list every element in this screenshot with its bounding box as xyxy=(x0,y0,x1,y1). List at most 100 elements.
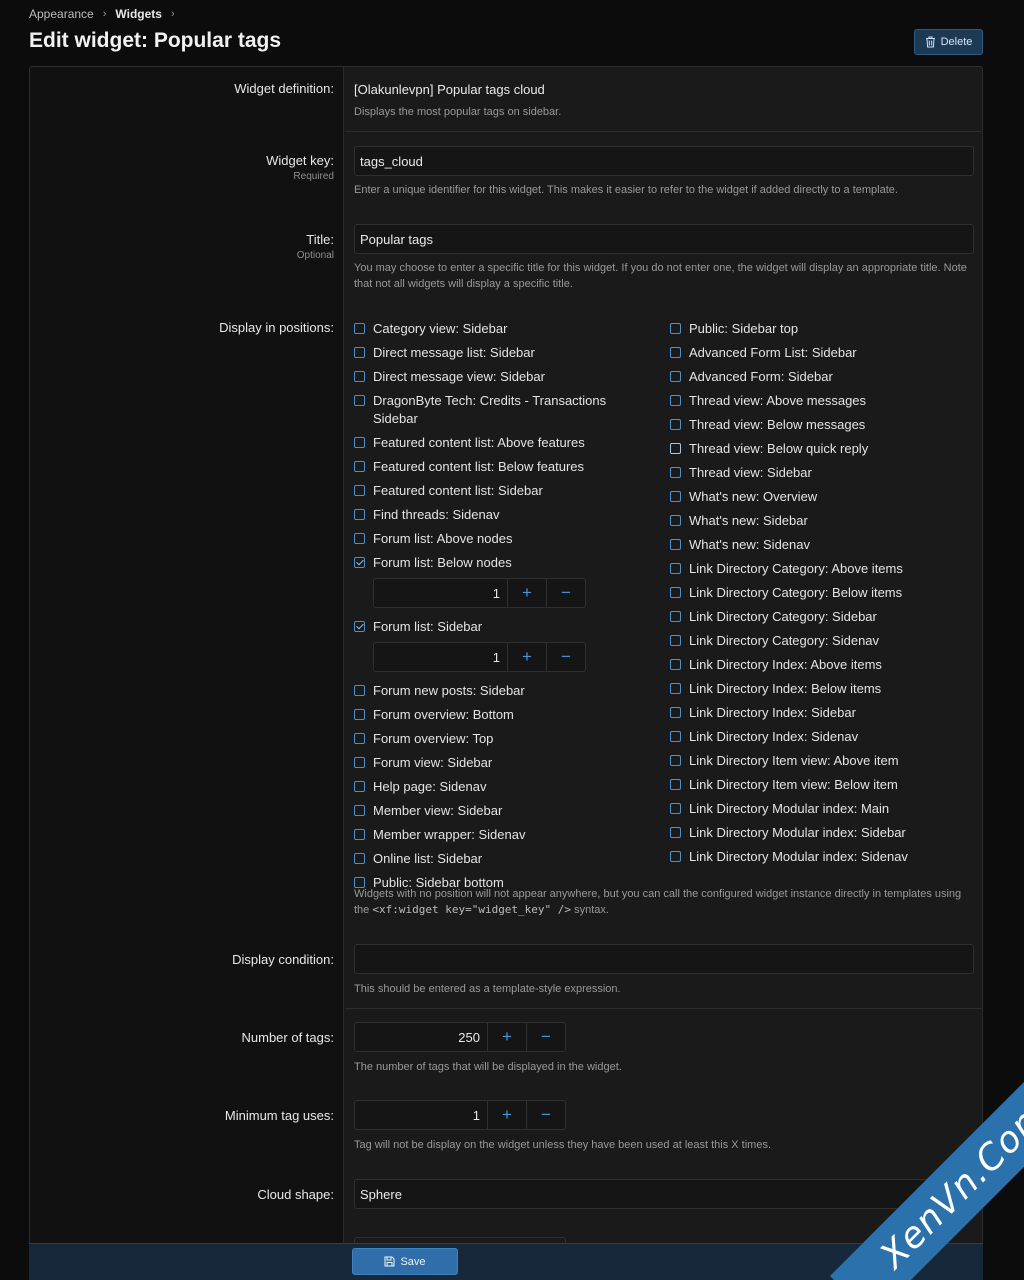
breadcrumb-item-appearance[interactable]: Appearance xyxy=(29,7,94,21)
checkbox[interactable] xyxy=(354,733,365,744)
position-option[interactable]: Link Directory Category: Sidebar xyxy=(670,608,980,626)
position-option[interactable]: Thread view: Below messages xyxy=(670,416,980,434)
checkbox[interactable] xyxy=(354,781,365,792)
position-option[interactable]: Link Directory Index: Sidenav xyxy=(670,728,980,746)
position-option[interactable]: Advanced Form: Sidebar xyxy=(670,368,980,386)
checkbox[interactable] xyxy=(354,757,365,768)
checkbox[interactable] xyxy=(670,779,681,790)
checkbox[interactable] xyxy=(354,829,365,840)
checkbox[interactable] xyxy=(670,635,681,646)
position-option[interactable]: Public: Sidebar top xyxy=(670,320,980,338)
position-option[interactable]: Forum overview: Top xyxy=(354,730,654,748)
checkbox[interactable] xyxy=(670,347,681,358)
position-option[interactable]: Thread view: Above messages xyxy=(670,392,980,410)
position-option[interactable]: DragonByte Tech: Credits - Transactions S… xyxy=(354,392,654,428)
position-option[interactable]: Forum list: Above nodes xyxy=(354,530,654,548)
checkbox[interactable] xyxy=(354,347,365,358)
position-option[interactable]: Direct message view: Sidebar xyxy=(354,368,654,386)
checkbox[interactable] xyxy=(670,563,681,574)
checkbox[interactable] xyxy=(670,803,681,814)
position-option[interactable]: Forum list: Below nodes xyxy=(354,554,654,572)
position-option[interactable]: Member view: Sidebar xyxy=(354,802,654,820)
checkbox[interactable] xyxy=(670,659,681,670)
position-option[interactable]: Advanced Form List: Sidebar xyxy=(670,344,980,362)
num-tags-increment-button[interactable]: + xyxy=(487,1023,526,1051)
position-option[interactable]: Forum new posts: Sidebar xyxy=(354,682,654,700)
min-uses-decrement-button[interactable]: − xyxy=(526,1101,565,1129)
position-option[interactable]: Forum list: Sidebar xyxy=(354,618,654,636)
checkbox[interactable] xyxy=(670,827,681,838)
checkbox[interactable] xyxy=(670,587,681,598)
checkbox[interactable] xyxy=(670,419,681,430)
checkbox[interactable] xyxy=(354,805,365,816)
min-uses-input[interactable]: 1 xyxy=(355,1101,487,1129)
checkbox[interactable] xyxy=(354,485,365,496)
widget-key-input[interactable]: tags_cloud xyxy=(354,146,974,176)
title-input[interactable]: Popular tags xyxy=(354,224,974,254)
checkbox-checked[interactable] xyxy=(354,557,365,568)
position-order-input[interactable]: 1 xyxy=(374,579,507,607)
position-order-input[interactable]: 1 xyxy=(374,643,507,671)
position-option[interactable]: Find threads: Sidenav xyxy=(354,506,654,524)
position-option[interactable]: Online list: Sidebar xyxy=(354,850,654,868)
position-option[interactable]: Link Directory Modular index: Sidebar xyxy=(670,824,980,842)
save-button[interactable]: Save xyxy=(352,1248,458,1275)
position-option[interactable]: What's new: Overview xyxy=(670,488,980,506)
checkbox[interactable] xyxy=(670,683,681,694)
position-option[interactable]: Help page: Sidenav xyxy=(354,778,654,796)
checkbox[interactable] xyxy=(670,323,681,334)
checkbox[interactable] xyxy=(670,467,681,478)
position-option[interactable]: Thread view: Below quick reply xyxy=(670,440,980,458)
checkbox[interactable] xyxy=(670,539,681,550)
checkbox[interactable] xyxy=(354,509,365,520)
checkbox[interactable] xyxy=(354,437,365,448)
checkbox[interactable] xyxy=(354,685,365,696)
position-option[interactable]: Forum overview: Bottom xyxy=(354,706,654,724)
position-option[interactable]: Link Directory Category: Below items xyxy=(670,584,980,602)
position-option[interactable]: Link Directory Index: Sidebar xyxy=(670,704,980,722)
checkbox[interactable] xyxy=(354,371,365,382)
num-tags-decrement-button[interactable]: − xyxy=(526,1023,565,1051)
num-tags-input[interactable]: 250 xyxy=(355,1023,487,1051)
position-option[interactable]: Link Directory Index: Above items xyxy=(670,656,980,674)
checkbox[interactable] xyxy=(354,853,365,864)
checkbox[interactable] xyxy=(670,611,681,622)
position-option[interactable]: Forum view: Sidebar xyxy=(354,754,654,772)
position-option[interactable]: Category view: Sidebar xyxy=(354,320,654,338)
breadcrumb-item-widgets[interactable]: Widgets xyxy=(115,7,162,21)
position-option[interactable]: Featured content list: Below features xyxy=(354,458,654,476)
position-option[interactable]: Direct message list: Sidebar xyxy=(354,344,654,362)
checkbox[interactable] xyxy=(670,491,681,502)
min-uses-increment-button[interactable]: + xyxy=(487,1101,526,1129)
checkbox[interactable] xyxy=(670,755,681,766)
position-option[interactable]: Link Directory Index: Below items xyxy=(670,680,980,698)
checkbox[interactable] xyxy=(354,461,365,472)
checkbox[interactable] xyxy=(354,709,365,720)
condition-input[interactable] xyxy=(354,944,974,974)
checkbox[interactable] xyxy=(670,731,681,742)
position-option[interactable]: Link Directory Item view: Above item xyxy=(670,752,980,770)
checkbox[interactable] xyxy=(670,851,681,862)
position-option[interactable]: What's new: Sidebar xyxy=(670,512,980,530)
delete-button[interactable]: Delete xyxy=(914,29,983,55)
checkbox[interactable] xyxy=(354,533,365,544)
position-option[interactable]: Link Directory Item view: Below item xyxy=(670,776,980,794)
position-option[interactable]: Link Directory Modular index: Sidenav xyxy=(670,848,980,866)
checkbox-checked[interactable] xyxy=(354,621,365,632)
position-option[interactable]: Featured content list: Above features xyxy=(354,434,654,452)
checkbox[interactable] xyxy=(670,395,681,406)
checkbox[interactable] xyxy=(670,707,681,718)
position-order-increment-button[interactable]: + xyxy=(507,579,546,607)
position-option[interactable]: Thread view: Sidebar xyxy=(670,464,980,482)
position-option[interactable]: Link Directory Category: Sidenav xyxy=(670,632,980,650)
position-option[interactable]: Link Directory Category: Above items xyxy=(670,560,980,578)
position-option[interactable]: Featured content list: Sidebar xyxy=(354,482,654,500)
position-order-increment-button[interactable]: + xyxy=(507,643,546,671)
position-order-decrement-button[interactable]: − xyxy=(546,579,585,607)
position-option[interactable]: What's new: Sidenav xyxy=(670,536,980,554)
checkbox[interactable] xyxy=(670,443,681,454)
checkbox[interactable] xyxy=(670,371,681,382)
position-option[interactable]: Link Directory Modular index: Main xyxy=(670,800,980,818)
checkbox[interactable] xyxy=(670,515,681,526)
position-order-decrement-button[interactable]: − xyxy=(546,643,585,671)
